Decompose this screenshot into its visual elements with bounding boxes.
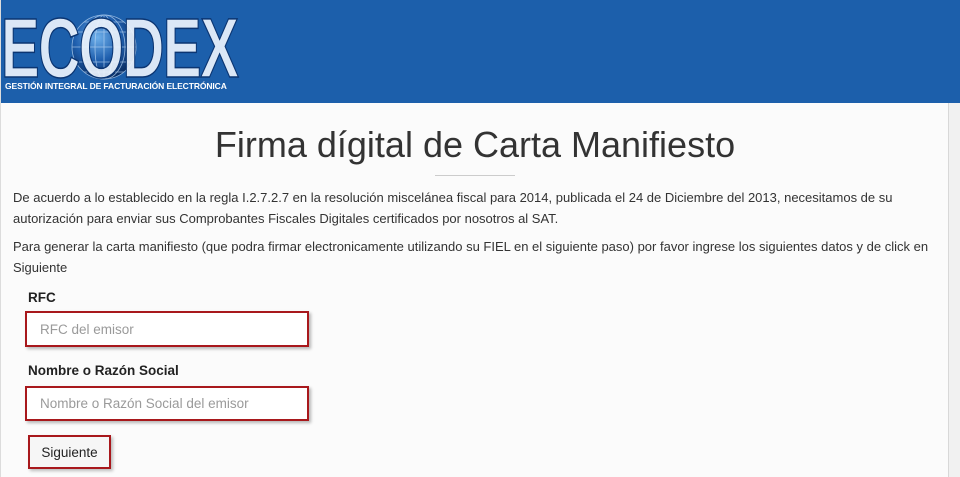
scrollbar-track[interactable] bbox=[948, 103, 960, 477]
rfc-input[interactable] bbox=[25, 311, 309, 347]
ecodex-logo[interactable]: ECODEX GESTIÓN INTEGRAL DE FACTURACIÓN E… bbox=[0, 0, 251, 100]
intro-paragraph: De acuerdo a lo establecido en la regla … bbox=[13, 190, 893, 226]
page: ECODEX GESTIÓN INTEGRAL DE FACTURACIÓN E… bbox=[0, 0, 960, 477]
business-name-label: Nombre o Razón Social bbox=[28, 363, 179, 378]
logo-wordmark: ECODEX bbox=[0, 1, 239, 95]
next-button[interactable]: Siguiente bbox=[28, 435, 111, 469]
rfc-label: RFC bbox=[28, 290, 56, 305]
manifest-form: RFC Nombre o Razón Social Siguiente bbox=[1, 289, 949, 469]
main-content: Firma dígital de Carta Manifiesto De acu… bbox=[1, 123, 949, 469]
logo-tagline: GESTIÓN INTEGRAL DE FACTURACIÓN ELECTRÓN… bbox=[5, 81, 227, 91]
page-title: Firma dígital de Carta Manifiesto bbox=[214, 124, 736, 165]
business-name-input[interactable] bbox=[25, 386, 309, 421]
site-header: ECODEX GESTIÓN INTEGRAL DE FACTURACIÓN E… bbox=[0, 0, 960, 103]
title-divider bbox=[435, 175, 515, 176]
instructions-paragraph: Para generar la carta manifiesto (que po… bbox=[13, 239, 929, 275]
